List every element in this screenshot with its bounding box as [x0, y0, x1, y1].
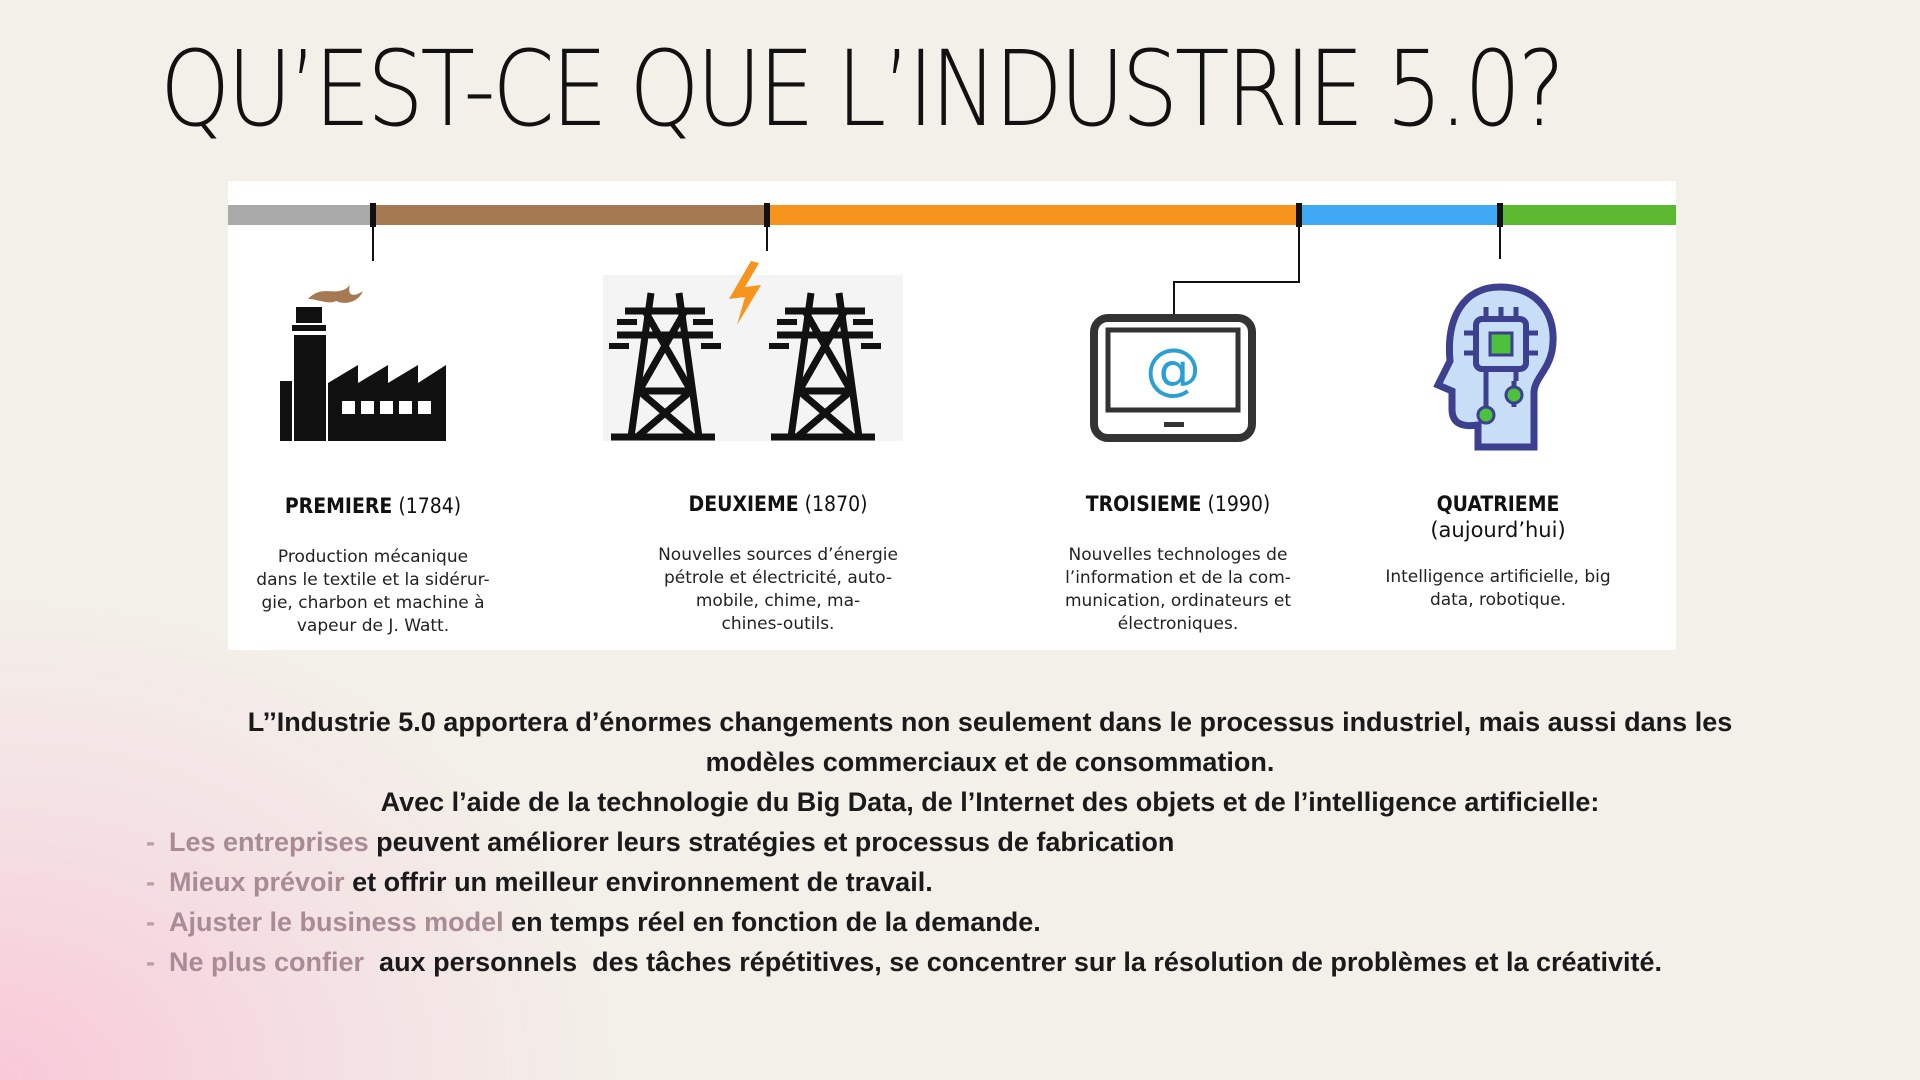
era-fourth-desc-line: data, robotique.	[1429, 590, 1567, 610]
era-second-heading: DEUXIEME (1870)	[628, 492, 928, 516]
bullet-dash: -	[146, 827, 155, 857]
era-third-description: Nouvelles technologes de l’information e…	[1028, 544, 1328, 636]
bullet-dash: -	[146, 867, 155, 897]
era-second-name: DEUXIEME	[688, 492, 799, 516]
stem-third-horizontal	[1173, 281, 1300, 283]
list-item-text: et offrir un meilleur environnement de t…	[344, 867, 933, 897]
timeline-segment-fourth	[1500, 205, 1676, 225]
era-third-desc-line: électroniques.	[1117, 614, 1239, 634]
slide-title: QU’EST-CE QUE L’INDUSTRIE 5.0?	[160, 28, 1565, 150]
list-item-text: en temps réel en fonction de la demande.	[503, 907, 1041, 937]
bullet-dash: -	[146, 907, 155, 937]
timeline-infographic: @ PREMIERE (1784) Production mécanique d…	[228, 181, 1676, 650]
era-fourth-desc-line: Intelligence artificielle, big	[1385, 567, 1611, 587]
timeline-segment-first	[373, 205, 767, 225]
era-third-desc-line: munication, ordinateurs et	[1064, 591, 1292, 611]
era-fourth-name: QUATRIEME	[1436, 492, 1560, 516]
list-item-lead: Ajuster le business model	[169, 907, 504, 937]
list-item-lead: Ne plus confier	[169, 947, 372, 977]
list-item-lead: Les entreprises	[169, 827, 369, 857]
era-third-desc-line: Nouvelles technologes de	[1068, 545, 1288, 565]
timeline-tick-1784	[370, 203, 376, 227]
ai-head-icon	[1433, 283, 1557, 451]
list-item-lead: Mieux prévoir	[169, 867, 345, 897]
era-second-desc-line: chines-outils.	[721, 614, 835, 634]
stem-third-vertical	[1298, 225, 1300, 283]
computer-icon: @	[1090, 314, 1256, 442]
era-fourth-description: Intelligence artificielle, big data, rob…	[1368, 566, 1628, 612]
stem-first	[372, 225, 374, 261]
factory-icon	[280, 285, 446, 441]
era-first-description: Production mécanique dans le textile et …	[228, 546, 518, 638]
list-item: - Ne plus confier aux personnels des tâch…	[146, 942, 1840, 982]
timeline-tick-1990	[1296, 203, 1302, 227]
timeline-segment-pre	[228, 205, 373, 225]
era-first-heading: PREMIERE (1784)	[228, 494, 518, 518]
intro-line-1: L’’Industrie 5.0 apportera d’énormes cha…	[247, 707, 1733, 737]
era-second-year: (1870)	[804, 492, 868, 516]
intro-line-2: modèles commerciaux et de consommation.	[705, 747, 1275, 777]
svg-text:@: @	[1145, 337, 1201, 402]
body-text: L’’Industrie 5.0 apportera d’énormes cha…	[140, 702, 1840, 982]
timeline-segment-third	[1299, 205, 1500, 225]
list-item: - Ajuster le business model en temps réel…	[146, 902, 1840, 942]
era-first-desc-line: gie, charbon et machine à	[261, 593, 485, 613]
era-second-desc-line: Nouvelles sources d’énergie	[658, 545, 898, 565]
era-first-desc-line: Production mécanique	[277, 547, 469, 567]
power-pylon-icon	[603, 261, 903, 441]
timeline-segment-second	[767, 205, 1299, 225]
era-first: PREMIERE (1784) Production mécanique dan…	[228, 494, 518, 638]
era-third-name: TROISIEME	[1085, 492, 1202, 516]
era-first-name: PREMIERE	[284, 494, 393, 518]
era-fourth-heading: QUATRIEME	[1368, 492, 1628, 516]
list-item-text: aux personnels des tâches répétitives, s…	[371, 947, 1663, 977]
era-second-desc-line: mobile, chime, ma-	[695, 591, 861, 611]
era-fourth: QUATRIEME (aujourd’hui) Intelligence art…	[1368, 492, 1628, 612]
era-third-desc-line: l’information et de la com-	[1065, 568, 1291, 588]
benefits-list: - Les entreprises peuvent améliorer leurs…	[146, 822, 1840, 982]
list-item-text: peuvent améliorer leurs stratégies et pr…	[368, 827, 1175, 857]
timeline-tick-1870	[764, 203, 770, 227]
era-second-desc-line: pétrole et électricité, auto-	[663, 568, 893, 588]
timeline-tick-today	[1497, 203, 1503, 227]
stem-third-down	[1173, 281, 1175, 317]
era-second-description: Nouvelles sources d’énergie pétrole et é…	[628, 544, 928, 636]
era-third: TROISIEME (1990) Nouvelles technologes d…	[1028, 492, 1328, 636]
era-third-year: (1990)	[1207, 492, 1271, 516]
era-third-heading: TROISIEME (1990)	[1028, 492, 1328, 516]
era-first-year: (1784)	[398, 494, 462, 518]
list-item: - Les entreprises peuvent améliorer leurs…	[146, 822, 1840, 862]
bullet-dash: -	[146, 947, 155, 977]
list-item: - Mieux prévoir et offrir un meilleur env…	[146, 862, 1840, 902]
era-first-desc-line: dans le textile et la sidérur-	[256, 570, 490, 590]
stem-fourth	[1499, 225, 1501, 259]
intro-line-3: Avec l’aide de la technologie du Big Dat…	[380, 787, 1600, 817]
stem-second	[766, 225, 768, 251]
era-first-desc-line: vapeur de J. Watt.	[296, 616, 450, 636]
era-second: DEUXIEME (1870) Nouvelles sources d’éner…	[628, 492, 928, 636]
era-fourth-subtitle: (aujourd’hui)	[1430, 518, 1566, 542]
